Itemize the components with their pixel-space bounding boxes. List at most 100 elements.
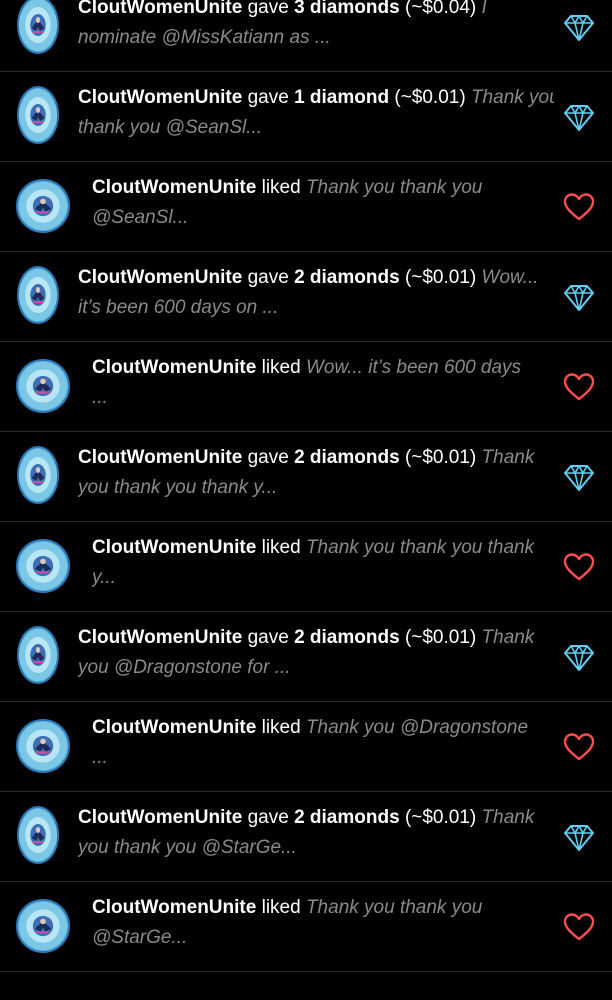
notification-row[interactable]: CloutWomenUnite liked Thank you thank yo… (0, 162, 612, 252)
post-snippet[interactable]: Thank (482, 807, 535, 828)
avatar[interactable] (16, 539, 70, 593)
post-snippet-continued[interactable]: y... (92, 563, 554, 593)
post-snippet[interactable]: Thank you thank you (306, 897, 482, 918)
notification-row[interactable]: CloutWomenUnite gave 1 diamond (~$0.01) … (0, 72, 612, 162)
action-verb: liked (261, 717, 301, 738)
post-snippet-continued[interactable]: you @Dragonstone for ... (78, 653, 554, 683)
post-snippet[interactable]: Thank you thank you thank (306, 537, 534, 558)
username-link[interactable]: CloutWomenUnite (92, 717, 256, 738)
diamond-icon (562, 460, 596, 494)
notification-text: CloutWomenUnite liked Wow... it’s been 6… (92, 353, 554, 413)
avatar[interactable] (17, 0, 59, 54)
action-verb: liked (261, 537, 301, 558)
avatar[interactable] (17, 446, 59, 504)
diamond-icon (562, 640, 596, 674)
action-verb: gave (247, 447, 289, 468)
username-link[interactable]: CloutWomenUnite (78, 0, 242, 18)
post-snippet-continued[interactable]: it’s been 600 days on ... (78, 293, 554, 323)
diamond-amount: 2 diamonds (294, 267, 400, 288)
post-snippet-continued[interactable]: @StarGe... (92, 923, 554, 953)
notification-row[interactable]: CloutWomenUnite gave 2 diamonds (~$0.01)… (0, 612, 612, 702)
avatar[interactable] (17, 806, 59, 864)
notification-row[interactable]: CloutWomenUnite gave 2 diamonds (~$0.01)… (0, 432, 612, 522)
notification-line-1: CloutWomenUnite gave 2 diamonds (~$0.01)… (78, 803, 554, 833)
usd-value: (~$0.01) (404, 447, 477, 468)
post-snippet-continued[interactable]: you thank you @StarGe... (78, 833, 554, 863)
post-snippet-continued[interactable]: @SeanSl... (92, 203, 554, 233)
post-snippet[interactable]: Wow... it’s been 600 days (306, 357, 521, 378)
post-snippet[interactable]: I (482, 0, 487, 18)
notification-line-1: CloutWomenUnite gave 3 diamonds (~$0.04)… (78, 0, 554, 23)
notification-row[interactable]: CloutWomenUnite liked Wow... it’s been 6… (0, 342, 612, 432)
post-snippet[interactable]: Thank (482, 447, 535, 468)
avatar[interactable] (17, 626, 59, 684)
notification-text: CloutWomenUnite gave 1 diamond (~$0.01) … (78, 83, 554, 143)
username-link[interactable]: CloutWomenUnite (78, 87, 242, 108)
notification-line-1: CloutWomenUnite gave 2 diamonds (~$0.01)… (78, 443, 554, 473)
notification-text: CloutWomenUnite liked Thank you thank yo… (92, 893, 554, 953)
diamond-icon (562, 820, 596, 854)
notification-row[interactable]: CloutWomenUnite liked Thank you thank yo… (0, 522, 612, 612)
action-verb: gave (247, 807, 289, 828)
notification-row[interactable]: CloutWomenUnite gave 3 diamonds (~$0.04)… (0, 0, 612, 72)
diamond-icon (562, 280, 596, 314)
post-snippet-continued[interactable]: you thank you thank y... (78, 473, 554, 503)
avatar[interactable] (16, 899, 70, 953)
username-link[interactable]: CloutWomenUnite (78, 627, 242, 648)
action-verb: gave (247, 0, 289, 18)
usd-value: (~$0.01) (404, 627, 477, 648)
username-link[interactable]: CloutWomenUnite (92, 537, 256, 558)
username-link[interactable]: CloutWomenUnite (92, 897, 256, 918)
action-verb: gave (247, 87, 289, 108)
notification-row[interactable]: CloutWomenUnite gave 2 diamonds (~$0.01)… (0, 792, 612, 882)
avatar[interactable] (16, 359, 70, 413)
notifications-feed: CloutWomenUnite gave 3 diamonds (~$0.04)… (0, 0, 612, 1000)
avatar[interactable] (16, 719, 70, 773)
notification-row[interactable]: CloutWomenUnite liked Thank you thank yo… (0, 882, 612, 972)
usd-value: (~$0.01) (394, 87, 466, 108)
notification-line-1: CloutWomenUnite gave 2 diamonds (~$0.01)… (78, 623, 554, 653)
avatar[interactable] (17, 86, 59, 144)
usd-value: (~$0.01) (404, 267, 477, 288)
username-link[interactable]: CloutWomenUnite (92, 177, 256, 198)
post-snippet-continued[interactable]: nominate @MissKatiann as ... (78, 23, 554, 53)
avatar[interactable] (16, 179, 70, 233)
post-snippet[interactable]: Thank you @Dragonstone (306, 717, 528, 738)
usd-value: (~$0.01) (404, 807, 477, 828)
post-snippet[interactable]: Thank (482, 627, 535, 648)
notification-line-1: CloutWomenUnite liked Thank you thank yo… (92, 173, 554, 203)
notification-text: CloutWomenUnite gave 2 diamonds (~$0.01)… (78, 443, 554, 503)
notification-text: CloutWomenUnite gave 2 diamonds (~$0.01)… (78, 803, 554, 863)
post-snippet[interactable]: Thank you (471, 87, 554, 108)
heart-icon (562, 730, 596, 764)
notification-line-1: CloutWomenUnite liked Thank you @Dragons… (92, 713, 554, 743)
post-snippet[interactable]: Wow... (482, 267, 539, 288)
username-link[interactable]: CloutWomenUnite (92, 357, 256, 378)
notification-text: CloutWomenUnite gave 2 diamonds (~$0.01)… (78, 263, 554, 323)
post-snippet[interactable]: Thank you thank you (306, 177, 482, 198)
action-verb: gave (247, 267, 289, 288)
notification-text: CloutWomenUnite gave 2 diamonds (~$0.01)… (78, 623, 554, 683)
post-snippet-continued[interactable]: thank you @SeanSl... (78, 113, 554, 143)
avatar[interactable] (17, 266, 59, 324)
diamond-amount: 2 diamonds (294, 627, 400, 648)
notification-text: CloutWomenUnite liked Thank you thank yo… (92, 173, 554, 233)
diamond-amount: 2 diamonds (294, 447, 400, 468)
heart-icon (562, 910, 596, 944)
notification-line-1: CloutWomenUnite liked Wow... it’s been 6… (92, 353, 554, 383)
usd-value: (~$0.04) (404, 0, 477, 18)
post-snippet-continued[interactable]: ... (92, 743, 554, 773)
notification-line-1: CloutWomenUnite liked Thank you thank yo… (92, 533, 554, 563)
post-snippet-continued[interactable]: ... (92, 383, 554, 413)
notification-text: CloutWomenUnite liked Thank you thank yo… (92, 533, 554, 593)
heart-icon (562, 190, 596, 224)
notification-line-1: CloutWomenUnite liked Thank you thank yo… (92, 893, 554, 923)
notification-text: CloutWomenUnite liked Thank you @Dragons… (92, 713, 554, 773)
username-link[interactable]: CloutWomenUnite (78, 807, 242, 828)
notification-line-1: CloutWomenUnite gave 1 diamond (~$0.01) … (78, 83, 554, 113)
notification-row[interactable]: CloutWomenUnite liked Thank you @Dragons… (0, 702, 612, 792)
username-link[interactable]: CloutWomenUnite (78, 447, 242, 468)
username-link[interactable]: CloutWomenUnite (78, 267, 242, 288)
heart-icon (562, 370, 596, 404)
notification-row[interactable]: CloutWomenUnite gave 2 diamonds (~$0.01)… (0, 252, 612, 342)
